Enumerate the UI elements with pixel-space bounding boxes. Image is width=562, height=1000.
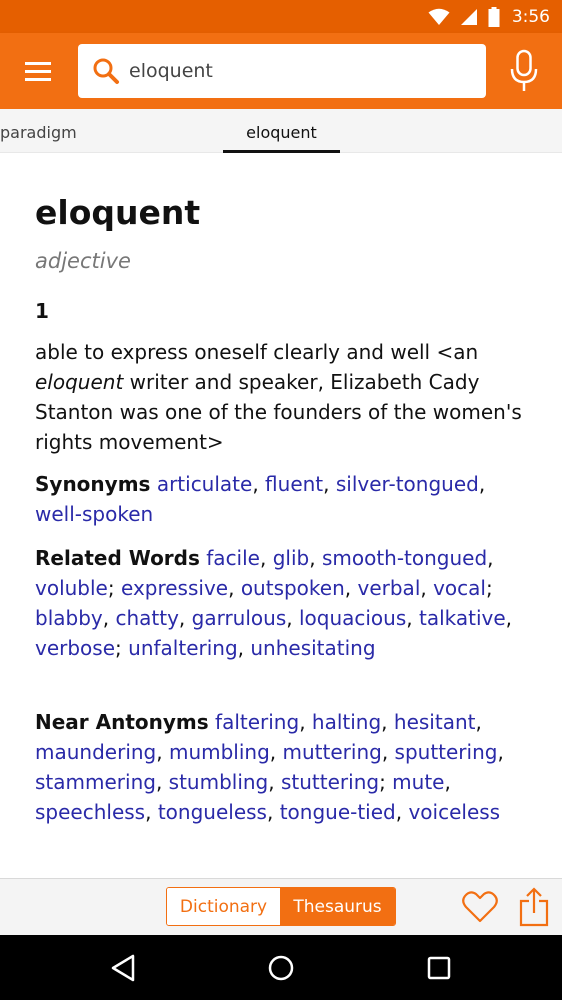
antonym-word-link[interactable]: hesitant (394, 710, 476, 734)
related-word-link[interactable]: unhesitating (250, 636, 375, 660)
recent-apps-icon[interactable] (423, 952, 455, 984)
bottom-toolbar: Dictionary Thesaurus (0, 878, 562, 935)
antonym-word-link[interactable]: stuttering (281, 770, 379, 794)
antonym-word-link[interactable]: halting (312, 710, 381, 734)
antonym-word-link[interactable]: stammering (35, 770, 156, 794)
related-word-link[interactable]: verbose (35, 636, 115, 660)
related-word-link[interactable]: glib (273, 546, 310, 570)
dictionary-button[interactable]: Dictionary (167, 888, 281, 925)
entry-content[interactable]: eloquent adjective 1 able to express one… (35, 153, 535, 878)
antonym-word-link[interactable]: voiceless (408, 800, 500, 824)
synonym-word-link[interactable]: fluent (265, 472, 323, 496)
sense-number: 1 (35, 299, 49, 323)
status-bar: 3:56 (0, 0, 562, 33)
signal-icon (460, 8, 477, 25)
related-word-link[interactable]: loquacious (299, 606, 406, 630)
related-word-link[interactable]: facile (206, 546, 260, 570)
antonym-word-link[interactable]: muttering (283, 740, 382, 764)
related-words-section: Related Words facile, glib, smooth-tongu… (35, 546, 513, 660)
search-input[interactable] (129, 60, 459, 82)
search-box[interactable] (78, 44, 486, 98)
definition: able to express oneself clearly and well… (35, 337, 535, 457)
antonym-word-link[interactable]: tongueless (158, 800, 267, 824)
search-icon (93, 58, 119, 84)
synonyms-section: Synonyms articulate, fluent, silver-tong… (35, 472, 486, 526)
definition-example-word: eloquent (35, 370, 124, 394)
related-word-link[interactable]: verbal (358, 576, 421, 600)
definition-text: able to express oneself clearly and well… (35, 340, 479, 364)
related-word-link[interactable]: garrulous (192, 606, 287, 630)
tab-label: eloquent (246, 123, 317, 142)
tab-eloquent[interactable]: eloquent (223, 109, 340, 153)
related-label: Related Words (35, 546, 200, 570)
antonym-label: Near Antonyms (35, 710, 209, 734)
related-word-link[interactable]: vocal (433, 576, 486, 600)
app-bar (0, 33, 562, 109)
mode-toggle: Dictionary Thesaurus (166, 887, 396, 926)
history-tabs: paradigm eloquent (0, 109, 562, 153)
related-word-link[interactable]: talkative (419, 606, 506, 630)
related-word-link[interactable]: smooth-tongued (322, 546, 487, 570)
antonym-word-link[interactable]: mute (392, 770, 444, 794)
share-icon[interactable] (519, 887, 549, 927)
heart-icon[interactable] (461, 890, 499, 924)
synonym-label: Synonyms (35, 472, 151, 496)
antonym-word-link[interactable]: stumbling (169, 770, 269, 794)
related-word-link[interactable]: blabby (35, 606, 103, 630)
hamburger-menu-icon[interactable] (22, 55, 54, 87)
microphone-icon[interactable] (508, 49, 540, 93)
synonym-word-link[interactable]: silver-tongued (336, 472, 479, 496)
related-word-link[interactable]: outspoken (241, 576, 345, 600)
headword: eloquent (35, 193, 201, 232)
tab-paradigm[interactable]: paradigm (0, 109, 77, 153)
back-icon[interactable] (108, 952, 140, 984)
tab-label: paradigm (0, 123, 77, 142)
wifi-icon (428, 8, 450, 25)
synonym-word-link[interactable]: well-spoken (35, 502, 153, 526)
status-time: 3:56 (511, 6, 550, 27)
thesaurus-button[interactable]: Thesaurus (280, 888, 395, 925)
related-word-link[interactable]: voluble (35, 576, 108, 600)
antonym-word-link[interactable]: faltering (215, 710, 299, 734)
synonym-word-link[interactable]: articulate (157, 472, 253, 496)
near-antonyms-section: Near Antonyms faltering, halting, hesita… (35, 710, 504, 824)
related-word-link[interactable]: chatty (115, 606, 178, 630)
antonym-word-link[interactable]: speechless (35, 800, 145, 824)
battery-icon (488, 6, 500, 27)
related-word-link[interactable]: unfaltering (128, 636, 238, 660)
antonym-word-link[interactable]: maundering (35, 740, 156, 764)
home-icon[interactable] (265, 952, 297, 984)
related-word-link[interactable]: expressive (121, 576, 228, 600)
antonym-word-link[interactable]: mumbling (169, 740, 270, 764)
part-of-speech: adjective (35, 249, 131, 273)
antonym-word-link[interactable]: tongue-tied (280, 800, 396, 824)
navigation-bar (0, 935, 562, 1000)
antonym-word-link[interactable]: sputtering (395, 740, 498, 764)
